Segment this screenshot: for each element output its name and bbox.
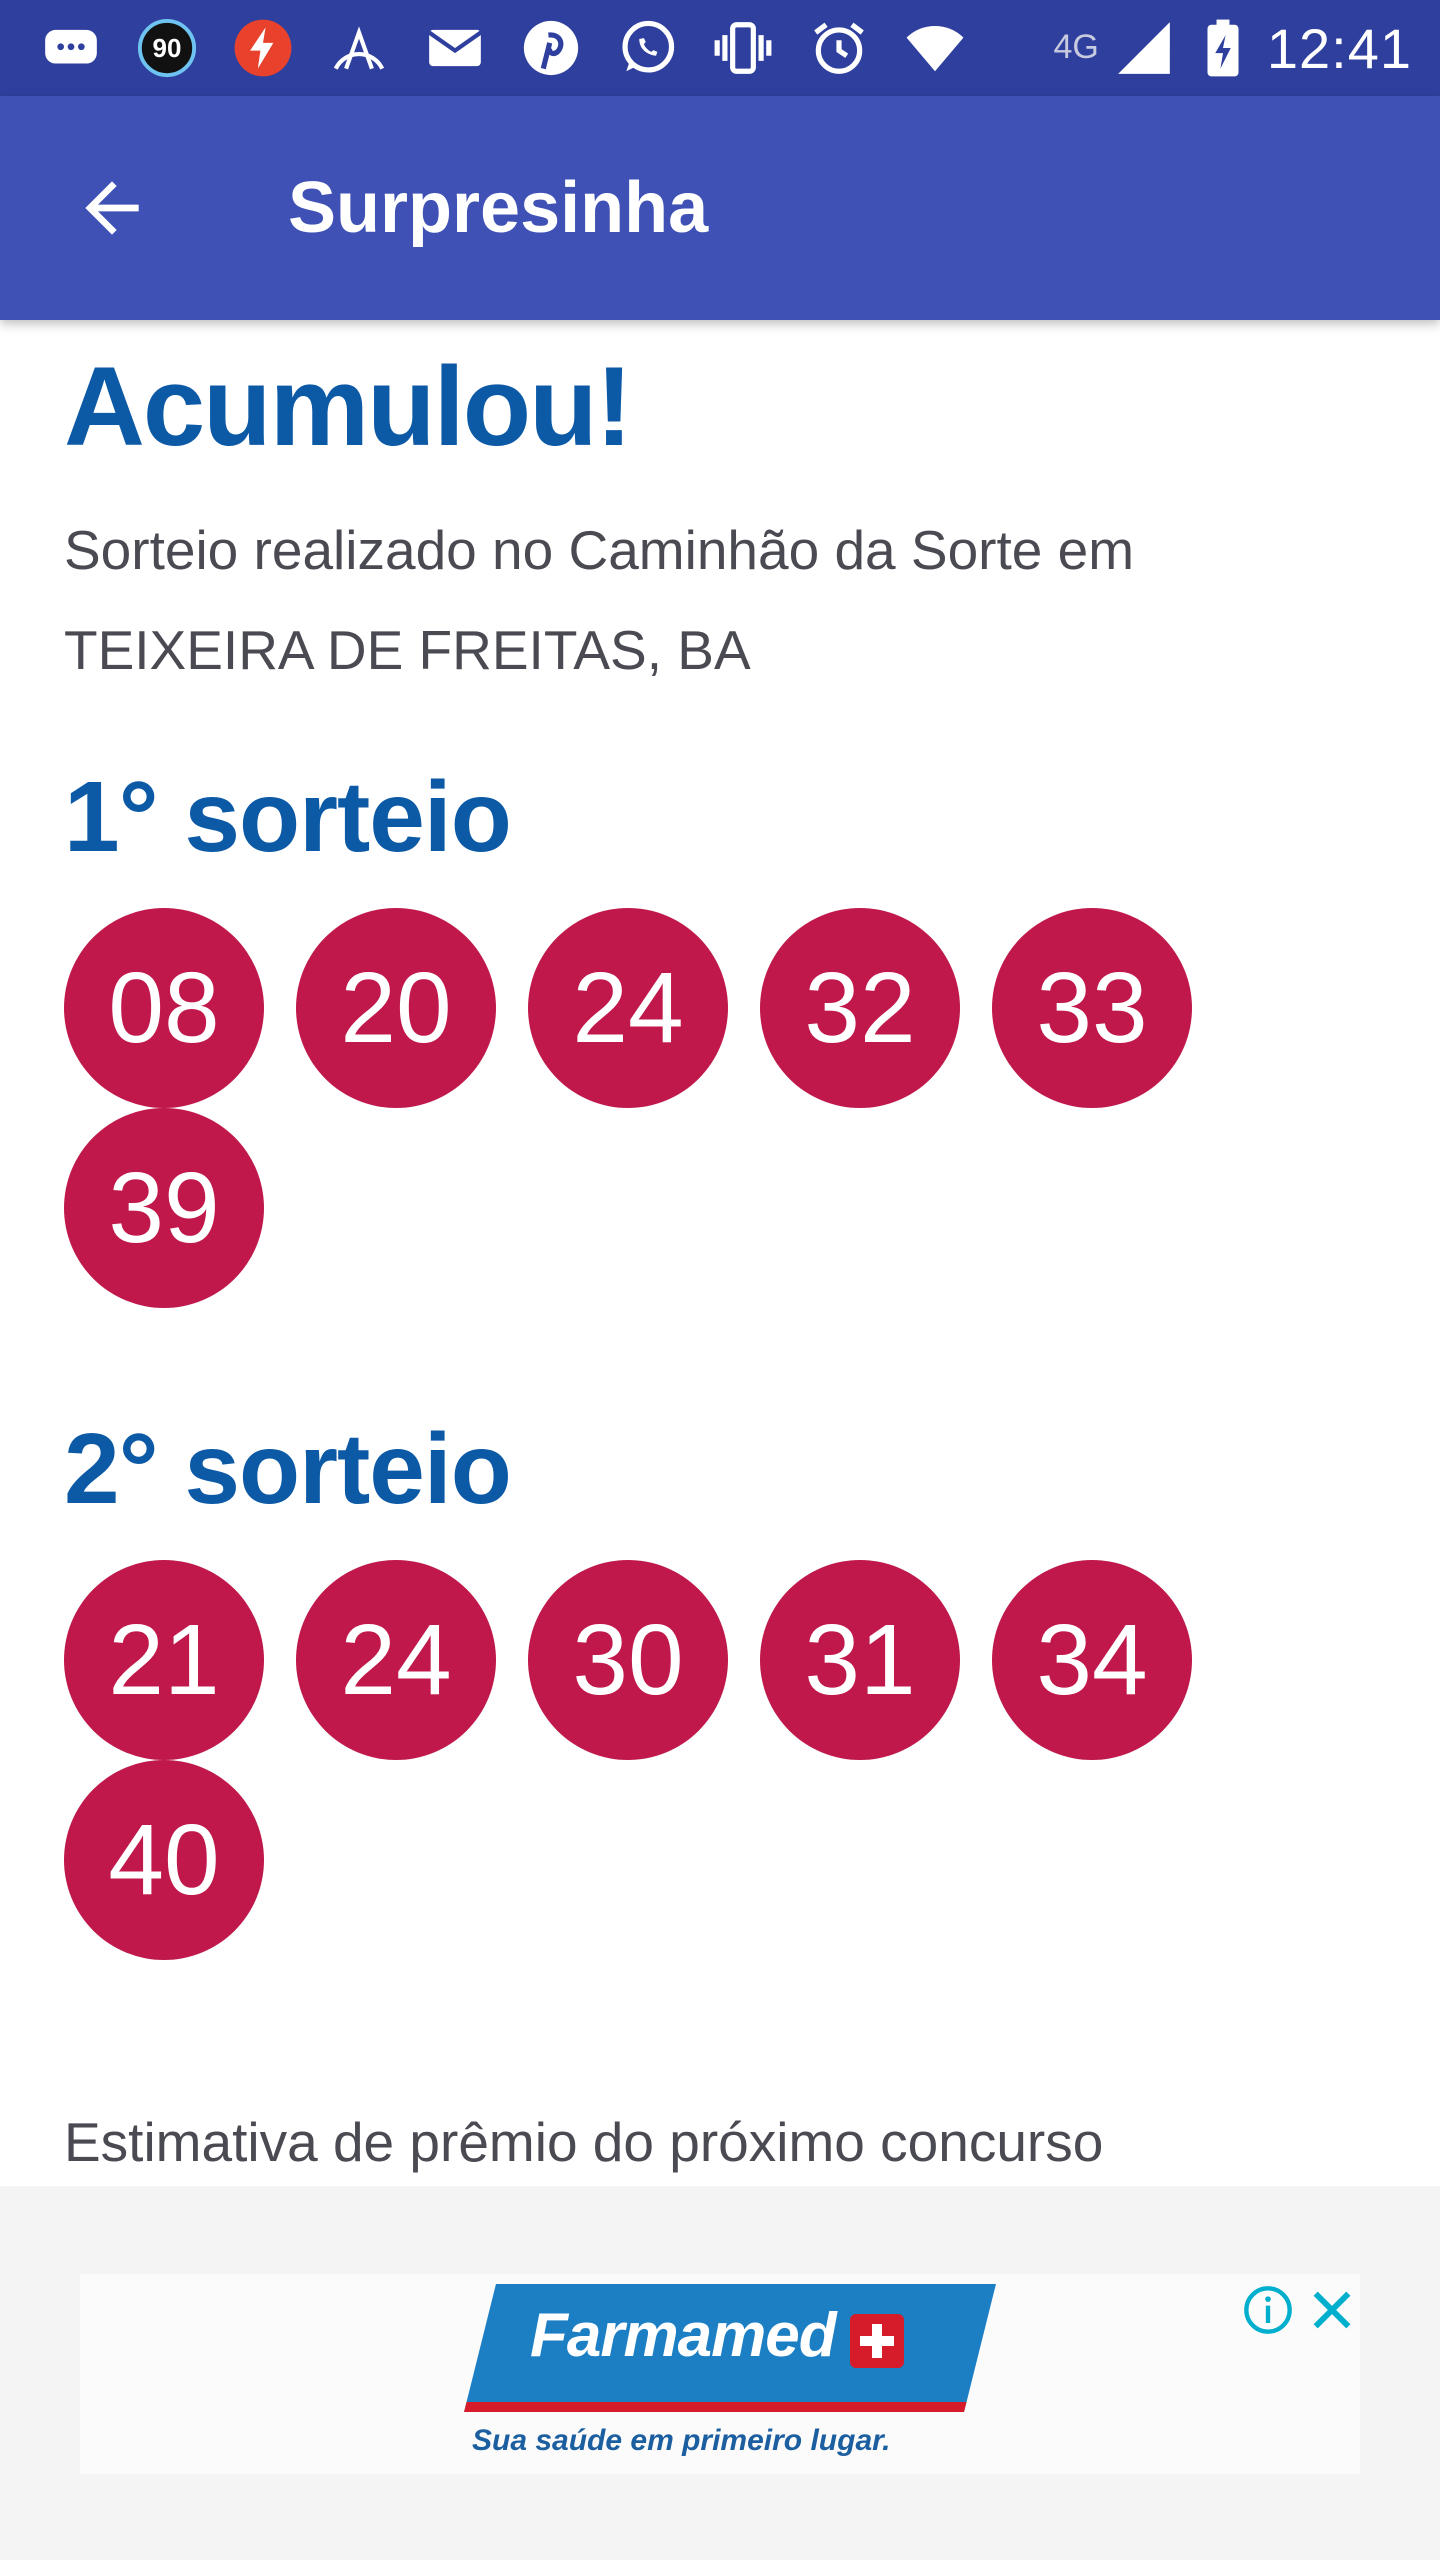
prize-estimate-label: Estimativa de prêmio do próximo concurso (64, 2111, 1104, 2173)
battery-charging-icon (1201, 17, 1245, 79)
flash-icon (228, 17, 298, 79)
pharmacy-cross-icon (850, 2314, 904, 2368)
ad-info-icon[interactable] (1242, 2284, 1294, 2336)
network-type: 4G (1053, 27, 1099, 66)
number-ball: 40 (64, 1760, 264, 1960)
ad-close-icon[interactable] (1304, 2282, 1360, 2338)
speedometer-badge-icon: 90 (132, 17, 202, 79)
number-ball: 21 (64, 1560, 264, 1760)
page-title: Surpresinha (288, 168, 709, 248)
number-ball: 39 (64, 1108, 264, 1308)
notification-icons: 90 (36, 17, 1054, 79)
ad-banner[interactable]: Farmamed Sua saúde em primeiro lugar. (80, 2274, 1360, 2474)
wifi-icon (900, 17, 970, 79)
number-ball: 20 (296, 908, 496, 1108)
back-button[interactable] (64, 160, 160, 256)
signal-icon (1109, 17, 1179, 79)
result-headline: Acumulou! (64, 344, 633, 469)
alarm-icon (804, 17, 874, 79)
arrow-back-icon (85, 181, 139, 235)
draw-location-text: Sorteio realizado no Caminhão da Sorte e… (64, 519, 1135, 681)
email-icon (420, 17, 490, 79)
badge-count: 90 (152, 32, 182, 63)
draw-1-numbers: 08 20 24 32 33 39 (64, 908, 1264, 1308)
ad-area: Farmamed Sua saúde em primeiro lugar. (0, 2186, 1440, 2560)
status-right: 4G 12:41 (1054, 16, 1413, 81)
status-bar: 90 4G 12:41 (0, 0, 1440, 96)
number-ball: 31 (760, 1560, 960, 1760)
number-ball: 24 (296, 1560, 496, 1760)
clock: 12:41 (1266, 16, 1412, 80)
ad-brand-name: Farmamed (530, 2301, 837, 2370)
number-ball: 34 (992, 1560, 1192, 1760)
number-ball: 24 (528, 908, 728, 1108)
arc-app-icon (324, 17, 394, 79)
chat-bubble-icon (36, 17, 106, 79)
number-ball: 32 (760, 908, 960, 1108)
pinterest-icon (516, 17, 586, 79)
draw-1-title: 1° sorteio (64, 761, 512, 873)
draw-2-numbers: 21 24 30 31 34 40 (64, 1560, 1264, 1960)
number-ball: 33 (992, 908, 1192, 1108)
draw-2-title: 2° sorteio (64, 1413, 512, 1525)
whatsapp-icon (612, 17, 682, 79)
ad-slogan: Sua saúde em primeiro lugar. (472, 2424, 891, 2457)
vibrate-icon (708, 17, 778, 79)
number-ball: 30 (528, 1560, 728, 1760)
app-bar: Surpresinha (0, 96, 1440, 320)
number-ball: 08 (64, 908, 264, 1108)
